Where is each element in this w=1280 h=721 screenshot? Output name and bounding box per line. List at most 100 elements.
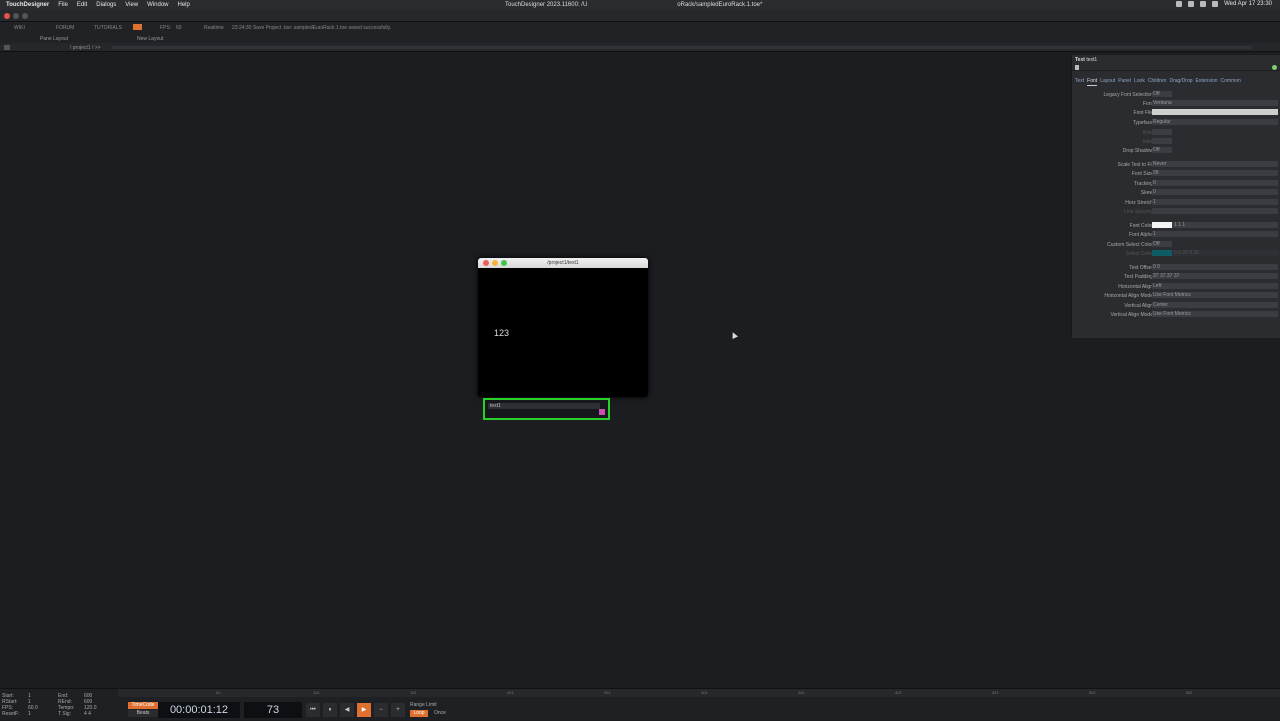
step-back-button[interactable]: − [374, 703, 388, 717]
battery-icon[interactable] [1188, 1, 1195, 7]
app-menu[interactable]: TouchDesigner [6, 2, 49, 8]
home-icon[interactable] [4, 45, 10, 50]
param-row: Font Size 28 [1072, 170, 1280, 178]
resetf-value[interactable]: 1 [28, 711, 31, 717]
param-value[interactable]: Verdana [1152, 100, 1278, 106]
menu-edit[interactable]: Edit [77, 2, 87, 8]
path-bar: / project1 / >> [0, 43, 1280, 52]
viewer-zoom-icon[interactable] [501, 260, 507, 266]
tsig-value[interactable]: 4 4 [84, 711, 91, 717]
viewer-close-icon[interactable] [483, 260, 489, 266]
param-value[interactable] [1152, 208, 1278, 214]
search-icon[interactable] [1200, 1, 1207, 7]
pause-button[interactable]: ⏸ [323, 703, 337, 717]
beats-mode-button[interactable]: Beats [128, 710, 158, 717]
tab-font[interactable]: Font [1087, 78, 1098, 86]
viewer-minimize-icon[interactable] [492, 260, 498, 266]
viewer-window[interactable]: /project1/text1 123 [478, 258, 648, 397]
timecode-display[interactable]: 00:00:01:12 [158, 702, 240, 718]
realtime-toggle[interactable]: Realtime [204, 25, 224, 31]
param-value[interactable] [1152, 129, 1172, 135]
clock[interactable]: Wed Apr 17 23:30 [1224, 1, 1272, 7]
help-icon[interactable] [1075, 65, 1079, 70]
tab-children[interactable]: Children [1148, 78, 1167, 86]
network-path[interactable]: / project1 / >> [70, 45, 101, 51]
timeline-tick: 301 [701, 690, 708, 695]
param-value[interactable]: Left [1152, 283, 1278, 289]
minimize-icon[interactable] [13, 13, 19, 19]
top-strip: WIKI FORUM TUTORIALS FPS: 60 Realtime 23… [0, 22, 1280, 34]
timeline-tick: 351 [798, 690, 805, 695]
node-viewer-flag[interactable] [599, 409, 605, 415]
rewind-button[interactable]: ⏮ [306, 703, 320, 717]
param-value[interactable]: 0 0.25 0.35 [1152, 250, 1278, 256]
timecode-mode-button[interactable]: TimeCode [128, 702, 158, 709]
play-button[interactable]: ▶ [357, 703, 371, 717]
param-value[interactable]: 1 1 1 [1152, 222, 1278, 228]
param-label: Typeface [1132, 120, 1153, 126]
tab-look[interactable]: Look [1134, 78, 1145, 86]
menu-file[interactable]: File [58, 2, 68, 8]
param-value[interactable]: 1 [1152, 231, 1278, 237]
tab-layout[interactable]: Layout [1100, 78, 1115, 86]
param-row: Text Padding 37 37 37 37 [1072, 273, 1280, 281]
param-value[interactable]: Off [1152, 91, 1172, 97]
timeline-tick: 501 [1089, 690, 1096, 695]
param-value[interactable] [1152, 109, 1278, 115]
timeline-tick: 451 [992, 690, 999, 695]
param-row: Vertical Align Mode Use Font Metrics [1072, 311, 1280, 319]
forum-link[interactable]: FORUM [56, 25, 74, 31]
menu-window[interactable]: Window [147, 2, 168, 8]
param-row: Typeface Regular [1072, 119, 1280, 127]
pane-layout-button[interactable]: Pane Layout [40, 36, 68, 42]
close-icon[interactable] [4, 13, 10, 19]
settings-icon[interactable] [1272, 65, 1277, 70]
menu-view[interactable]: View [125, 2, 138, 8]
tab-text[interactable]: Text [1075, 78, 1084, 86]
new-layout-button[interactable]: New Layout [137, 36, 163, 42]
param-value[interactable]: 28 [1152, 170, 1278, 176]
fps-value: 60 [176, 25, 182, 31]
tab-panel[interactable]: Panel [1118, 78, 1131, 86]
param-value[interactable]: Regular [1152, 119, 1278, 125]
param-value[interactable]: 0 0 [1152, 264, 1278, 270]
control-center-icon[interactable] [1212, 1, 1219, 7]
param-value[interactable]: Never [1152, 161, 1278, 167]
param-value[interactable]: 1 [1152, 199, 1278, 205]
loop-button[interactable]: Loop [410, 710, 428, 717]
step-forward-button[interactable]: + [391, 703, 405, 717]
param-value[interactable]: Center [1152, 302, 1278, 308]
wifi-icon[interactable] [1176, 1, 1183, 7]
record-icon[interactable] [133, 24, 142, 30]
timeline-ruler[interactable]: 51 101 151 201 251 301 351 401 451 501 551 [118, 689, 1280, 697]
node-name[interactable]: text1 [488, 403, 600, 409]
viewer-titlebar[interactable]: /project1/text1 [478, 258, 648, 268]
param-row: Tracking 0 [1072, 180, 1280, 188]
param-value[interactable]: 0 [1152, 180, 1278, 186]
reverse-button[interactable]: ◀ [340, 703, 354, 717]
menu-dialogs[interactable]: Dialogs [96, 2, 116, 8]
tab-dragdrop[interactable]: Drag/Drop [1169, 78, 1192, 86]
param-value[interactable]: Use Font Metrics [1152, 311, 1278, 317]
timeline-tick: 551 [1186, 690, 1193, 695]
fps-label: FPS: [160, 25, 172, 31]
tab-common[interactable]: Common [1221, 78, 1241, 86]
frame-display[interactable]: 73 [244, 702, 302, 718]
wiki-link[interactable]: WIKI [14, 25, 25, 31]
param-value[interactable]: 37 37 37 37 [1152, 273, 1278, 279]
param-value[interactable] [1152, 138, 1172, 144]
param-value[interactable]: Off [1152, 241, 1172, 247]
param-value[interactable]: 0 [1152, 189, 1278, 195]
param-value[interactable]: Off [1152, 147, 1172, 153]
tutorials-link[interactable]: TUTORIALS [94, 25, 122, 31]
param-label: Legacy Font Selection [1103, 92, 1153, 98]
text-operator-node[interactable]: text1 [483, 398, 610, 420]
zoom-icon[interactable] [22, 13, 28, 19]
once-button[interactable]: Once [431, 710, 449, 717]
tab-extension[interactable]: Extension [1196, 78, 1218, 86]
menu-help[interactable]: Help [178, 2, 190, 8]
param-value[interactable]: Use Font Metrics [1152, 292, 1278, 298]
tsig-label: T Sig: [58, 711, 71, 717]
param-row: Vertical Align Center [1072, 302, 1280, 310]
timeline-tick: 201 [507, 690, 514, 695]
